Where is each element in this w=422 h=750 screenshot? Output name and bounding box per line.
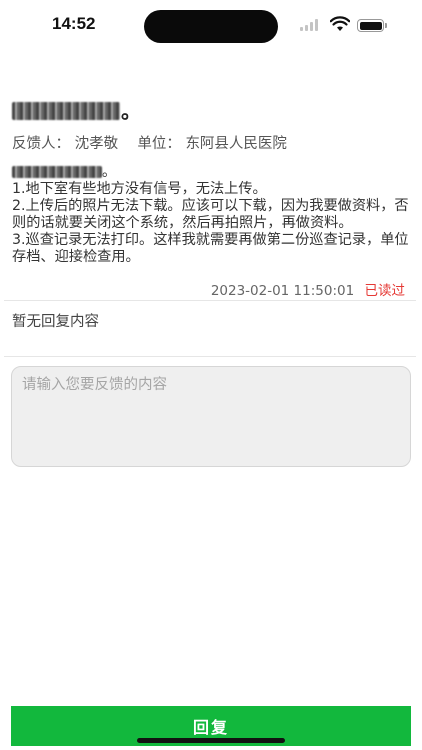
feedback-line-3: 3.巡查记录无法打印。这样我就需要再做第二份巡查记录，单位存档、迎接检查用。 [12,232,409,265]
redacted-title [12,102,120,120]
feedback-title: 。 [12,96,412,124]
submitter-name: 沈孝敬 [74,136,119,152]
greeting-suffix: 。 [102,164,117,180]
submitter-label: 反馈人： [12,136,70,152]
status-time: 14:52 [52,14,96,33]
feedback-content: 。 反馈人： 沈孝敬 单位： 东阿县人民医院 。 1.地下室有些地方没有信号，无… [12,96,412,266]
reply-empty-text: 暂无回复内容 [12,314,99,330]
divider [4,300,416,301]
dynamic-island [144,10,278,43]
feedback-input[interactable] [11,366,411,467]
status-bar: 14:52 [0,0,422,52]
read-status-badge: 已读过 [364,283,406,299]
feedback-body: 。 1.地下室有些地方没有信号，无法上传。 2.上传后的照片无法下载。应该可以下… [12,164,412,266]
feedback-detail-screen: 14:52 。 反馈人： 沈孝敬 单位： 东阿县人民医院 。 1.地下室有些地方… [0,0,422,750]
signal-icon [300,19,322,31]
title-suffix: 。 [121,99,141,123]
redacted-greeting [12,166,102,178]
unit-name: 东阿县人民医院 [185,136,287,152]
battery-icon [357,19,387,32]
feedback-meta: 反馈人： 沈孝敬 单位： 东阿县人民医院 [12,132,412,154]
feedback-timestamp: 2023-02-01 11:50:01 [210,283,355,299]
home-indicator [137,738,285,743]
divider [4,356,416,357]
feedback-timestamp-row: 2023-02-01 11:50:01 已读过 [211,279,405,299]
unit-label: 单位： [137,136,181,152]
feedback-line-2: 2.上传后的照片无法下载。应该可以下载，因为我要做资料，否则的话就要关闭这个系统… [12,198,409,231]
feedback-line-1: 1.地下室有些地方没有信号，无法上传。 [12,181,267,197]
wifi-icon [330,16,350,31]
feedback-greeting: 。 [12,164,412,181]
